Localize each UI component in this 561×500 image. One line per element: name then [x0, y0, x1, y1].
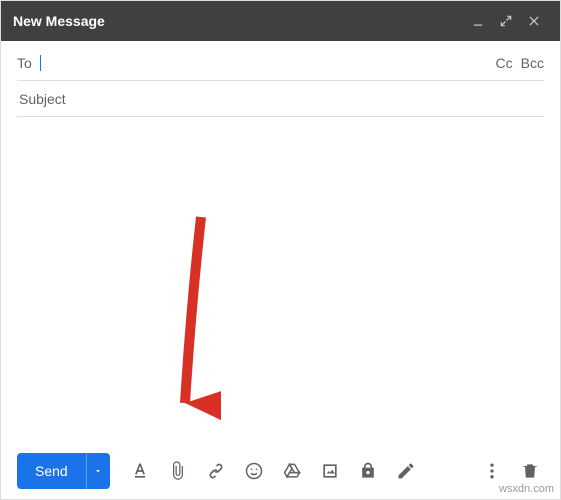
- formatting-tools: [126, 457, 420, 485]
- insert-emoji-icon[interactable]: [240, 457, 268, 485]
- send-button[interactable]: Send: [17, 453, 86, 489]
- expand-icon[interactable]: [492, 7, 520, 35]
- minimize-icon[interactable]: [464, 7, 492, 35]
- confidential-mode-icon[interactable]: [354, 457, 382, 485]
- header-fields: To Cc Bcc: [1, 41, 560, 117]
- annotation-arrow-icon: [161, 207, 221, 427]
- insert-link-icon[interactable]: [202, 457, 230, 485]
- compose-window: New Message To Cc Bcc: [0, 0, 561, 500]
- bcc-button[interactable]: Bcc: [521, 55, 544, 71]
- to-row[interactable]: To Cc Bcc: [17, 45, 544, 81]
- to-input[interactable]: [41, 54, 488, 72]
- to-label: To: [17, 55, 32, 71]
- right-tools: [478, 457, 544, 485]
- insert-signature-icon[interactable]: [392, 457, 420, 485]
- cc-button[interactable]: Cc: [496, 55, 513, 71]
- close-icon[interactable]: [520, 7, 548, 35]
- attach-file-icon[interactable]: [164, 457, 192, 485]
- more-options-icon[interactable]: [478, 457, 506, 485]
- compose-toolbar: Send: [1, 443, 560, 499]
- subject-row[interactable]: [17, 81, 544, 117]
- send-options-button[interactable]: [86, 453, 110, 489]
- watermark: wsxdn.com: [499, 483, 554, 495]
- discard-draft-icon[interactable]: [516, 457, 544, 485]
- message-body[interactable]: [1, 117, 560, 443]
- titlebar: New Message: [1, 1, 560, 41]
- format-text-icon[interactable]: [126, 457, 154, 485]
- insert-photo-icon[interactable]: [316, 457, 344, 485]
- send-button-group: Send: [17, 453, 110, 489]
- window-title: New Message: [13, 13, 464, 29]
- subject-input[interactable]: [17, 90, 544, 108]
- insert-drive-icon[interactable]: [278, 457, 306, 485]
